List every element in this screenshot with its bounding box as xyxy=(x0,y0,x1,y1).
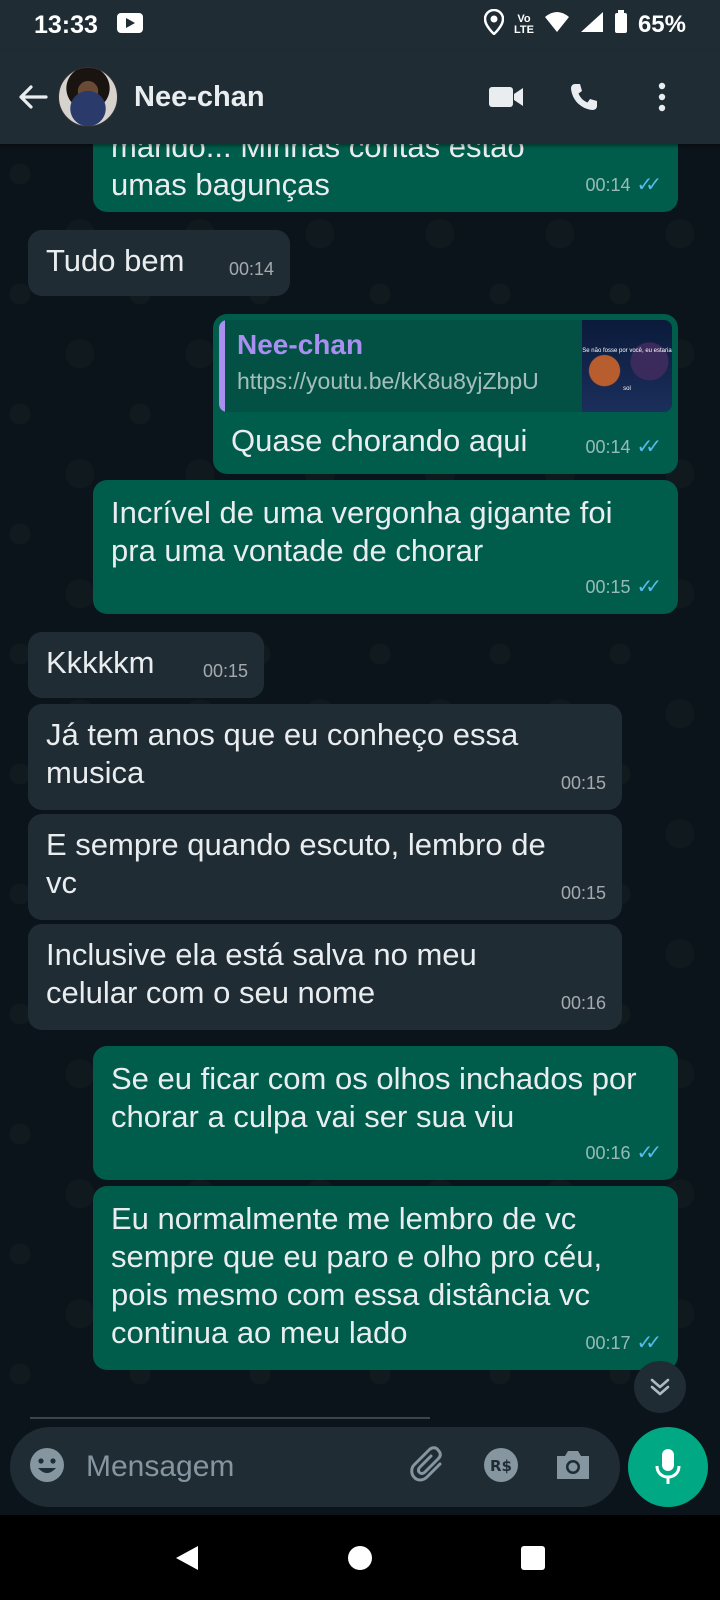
camera-button[interactable] xyxy=(554,1448,592,1487)
message-time: 00:14 xyxy=(585,175,631,195)
chat-area[interactable]: mando... Minhas contas estão umas bagunç… xyxy=(0,144,720,1409)
message-bubble-outgoing[interactable]: Nee-chan https://youtu.be/kK8u8yjZbpU Se… xyxy=(213,314,678,474)
currency-label: R$ xyxy=(490,1457,512,1475)
message-bubble-incoming[interactable]: Tudo bem 00:14 xyxy=(28,230,290,296)
message-time: 00:15 xyxy=(560,773,606,793)
scroll-to-bottom-button[interactable] xyxy=(634,1361,686,1413)
square-recents-icon xyxy=(521,1545,546,1570)
message-text: Se eu ficar com os olhos inchados por ch… xyxy=(111,1061,637,1134)
circle-home-icon xyxy=(347,1545,372,1570)
message-time: 00:15 xyxy=(585,577,631,597)
message-time: 00:15 xyxy=(560,883,606,903)
read-ticks-icon: ✓✓ xyxy=(636,1332,661,1354)
message-text: Já tem anos que eu conheço essa musica xyxy=(46,717,519,790)
quoted-message[interactable]: Nee-chan https://youtu.be/kK8u8yjZbpU Se… xyxy=(219,320,672,412)
message-bubble-outgoing[interactable]: Se eu ficar com os olhos inchados por ch… xyxy=(93,1046,678,1180)
video-camera-icon xyxy=(489,87,523,107)
camera-icon xyxy=(557,1450,589,1479)
message-time: 00:14 xyxy=(585,437,631,457)
battery-icon xyxy=(614,9,628,41)
read-ticks-icon: ✓✓ xyxy=(636,1142,661,1164)
contact-name[interactable]: Nee-chan xyxy=(134,81,482,114)
status-time: 13:33 xyxy=(34,10,98,39)
voice-call-button[interactable] xyxy=(560,73,608,121)
message-input-placeholder[interactable]: Mensagem xyxy=(86,1450,410,1484)
message-bubble-outgoing[interactable]: mando... Minhas contas estão umas bagunç… xyxy=(93,144,678,212)
composer-divider xyxy=(30,1417,430,1419)
arrow-left-icon xyxy=(19,85,48,109)
message-time: 00:16 xyxy=(585,1143,631,1163)
composer-bar: Mensagem R$ xyxy=(0,1409,720,1515)
battery-percent: 65% xyxy=(637,11,686,38)
back-button[interactable] xyxy=(14,73,52,121)
message-bubble-incoming[interactable]: Inclusive ela está salva no meu celular … xyxy=(28,924,622,1030)
voice-message-button[interactable] xyxy=(628,1427,708,1507)
chat-header: Nee-chan xyxy=(0,50,720,144)
attach-button[interactable] xyxy=(410,1445,448,1489)
message-time: 00:15 xyxy=(202,661,248,681)
message-bubble-incoming[interactable]: Já tem anos que eu conheço essa musica 0… xyxy=(28,704,622,810)
payment-button[interactable]: R$ xyxy=(482,1446,520,1489)
system-navigation-bar xyxy=(0,1515,720,1600)
quote-link: https://youtu.be/kK8u8yjZbpU xyxy=(237,368,539,394)
status-bar: 13:33 Vo LTE 65% xyxy=(0,0,720,50)
message-text: umas bagunças xyxy=(111,167,330,202)
message-bubble-incoming[interactable]: E sempre quando escuto, lembro de vc 00:… xyxy=(28,814,622,920)
message-bubble-outgoing[interactable]: Eu normalmente me lembro de vc sempre qu… xyxy=(93,1186,678,1370)
read-ticks-icon: ✓✓ xyxy=(636,576,661,598)
wifi-icon xyxy=(544,11,570,40)
message-bubble-outgoing[interactable]: Incrível de uma vergonha gigante foi pra… xyxy=(93,480,678,614)
signal-icon xyxy=(580,11,604,40)
emoji-icon xyxy=(30,1447,64,1482)
read-ticks-icon: ✓✓ xyxy=(636,174,661,196)
message-time: 00:14 xyxy=(228,259,274,279)
nav-back-button[interactable] xyxy=(157,1528,217,1588)
currency-icon: R$ xyxy=(484,1447,518,1482)
message-time: 00:17 xyxy=(585,1333,631,1353)
phone-icon xyxy=(571,84,597,110)
notification-icon xyxy=(116,12,144,39)
nav-home-button[interactable] xyxy=(330,1528,390,1588)
video-call-button[interactable] xyxy=(482,73,530,121)
more-vertical-icon xyxy=(658,82,666,112)
paperclip-icon xyxy=(410,1445,442,1481)
message-input[interactable]: Mensagem R$ xyxy=(10,1427,620,1507)
read-ticks-icon: ✓✓ xyxy=(636,436,661,458)
message-bubble-incoming[interactable]: Kkkkkm 00:15 xyxy=(28,632,264,698)
nav-recents-button[interactable] xyxy=(503,1528,563,1588)
message-time: 00:16 xyxy=(560,993,606,1013)
message-text: Eu normalmente me lembro de vc sempre qu… xyxy=(111,1201,603,1350)
contact-avatar[interactable] xyxy=(58,67,118,127)
emoji-button[interactable] xyxy=(28,1446,66,1489)
more-options-button[interactable] xyxy=(638,73,686,121)
quote-author: Nee-chan xyxy=(237,329,364,360)
thumbnail-caption: Se não fosse por você, eu estaria sol xyxy=(582,348,672,392)
quote-thumbnail: Se não fosse por você, eu estaria sol xyxy=(582,320,672,412)
double-chevron-down-icon xyxy=(650,1378,670,1396)
message-text: Incrível de uma vergonha gigante foi pra… xyxy=(111,495,613,568)
triangle-back-icon xyxy=(175,1545,198,1570)
microphone-icon xyxy=(655,1449,681,1484)
message-text: mando... Minhas contas estão xyxy=(111,144,525,164)
location-icon xyxy=(483,8,505,42)
message-text: Inclusive ela está salva no meu celular … xyxy=(46,937,477,1010)
message-text: E sempre quando escuto, lembro de vc xyxy=(46,827,546,900)
volte-bottom: LTE xyxy=(513,24,534,36)
volte-indicator: Vo LTE xyxy=(514,14,534,36)
